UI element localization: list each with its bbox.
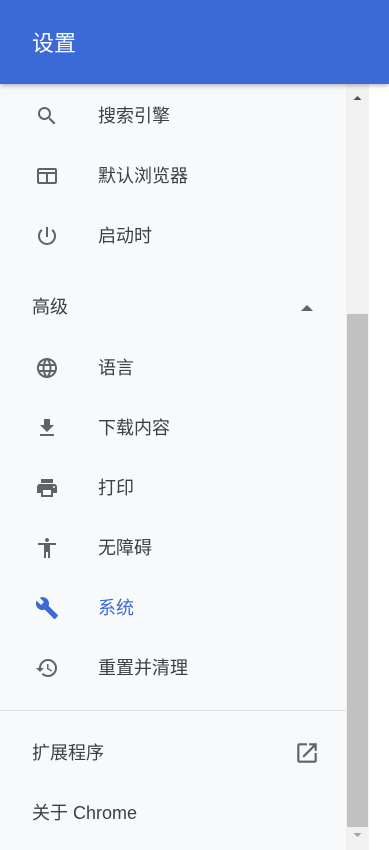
menu-item-accessibility[interactable]: 无障碍 bbox=[0, 518, 346, 578]
advanced-section-label: 高级 bbox=[32, 297, 68, 317]
scroll-up-arrow-icon[interactable] bbox=[346, 90, 369, 102]
menu-item-downloads[interactable]: 下载内容 bbox=[0, 398, 346, 458]
menu-item-default-browser[interactable]: 默认浏览器 bbox=[0, 146, 346, 206]
menu-item-printing[interactable]: 打印 bbox=[0, 458, 346, 518]
menu-item-label: 系统 bbox=[98, 598, 134, 618]
menu-item-reset-and-cleanup[interactable]: 重置并清理 bbox=[0, 638, 346, 698]
scrollbar-thumb[interactable] bbox=[347, 314, 368, 827]
extensions-label: 扩展程序 bbox=[32, 743, 104, 763]
power-icon bbox=[33, 224, 61, 248]
menu-item-search-engine[interactable]: 搜索引擎 bbox=[0, 86, 346, 146]
divider bbox=[0, 710, 346, 711]
browser-window-icon bbox=[33, 164, 61, 188]
advanced-section-toggle[interactable]: 高级 bbox=[0, 280, 346, 336]
accessibility-icon bbox=[33, 536, 61, 560]
scroll-down-arrow-icon[interactable] bbox=[346, 829, 369, 841]
about-chrome-link[interactable]: 关于 Chrome bbox=[0, 784, 346, 842]
menu-item-label: 打印 bbox=[98, 478, 134, 498]
menu-item-label: 重置并清理 bbox=[98, 658, 188, 678]
open-in-new-icon bbox=[294, 740, 320, 766]
page-title: 设置 bbox=[32, 31, 77, 56]
menu-item-system[interactable]: 系统 bbox=[0, 578, 346, 638]
restore-icon bbox=[33, 656, 61, 680]
menu-item-label: 默认浏览器 bbox=[98, 166, 188, 186]
printer-icon bbox=[33, 476, 61, 500]
window-edge bbox=[369, 84, 389, 850]
wrench-icon bbox=[33, 596, 61, 620]
vertical-scrollbar[interactable] bbox=[346, 84, 369, 850]
extensions-link[interactable]: 扩展程序 bbox=[0, 724, 346, 782]
menu-item-label: 启动时 bbox=[98, 226, 152, 246]
search-icon bbox=[33, 104, 61, 128]
menu-item-on-startup[interactable]: 启动时 bbox=[0, 206, 346, 266]
menu-item-label: 语言 bbox=[98, 358, 134, 378]
menu-item-label: 下载内容 bbox=[98, 418, 170, 438]
menu-item-languages[interactable]: 语言 bbox=[0, 338, 346, 398]
menu-item-label: 搜索引擎 bbox=[98, 106, 170, 126]
about-chrome-label: 关于 Chrome bbox=[32, 803, 138, 823]
globe-icon bbox=[33, 356, 61, 380]
header-bar: 设置 bbox=[0, 0, 389, 84]
caret-up-icon bbox=[300, 300, 314, 311]
menu-item-label: 无障碍 bbox=[98, 538, 152, 558]
download-icon bbox=[33, 416, 61, 440]
settings-sidebar: 搜索引擎 默认浏览器 启动时 高级 语言 下载内容 打印 无障碍 系统 重置并清… bbox=[0, 84, 346, 850]
